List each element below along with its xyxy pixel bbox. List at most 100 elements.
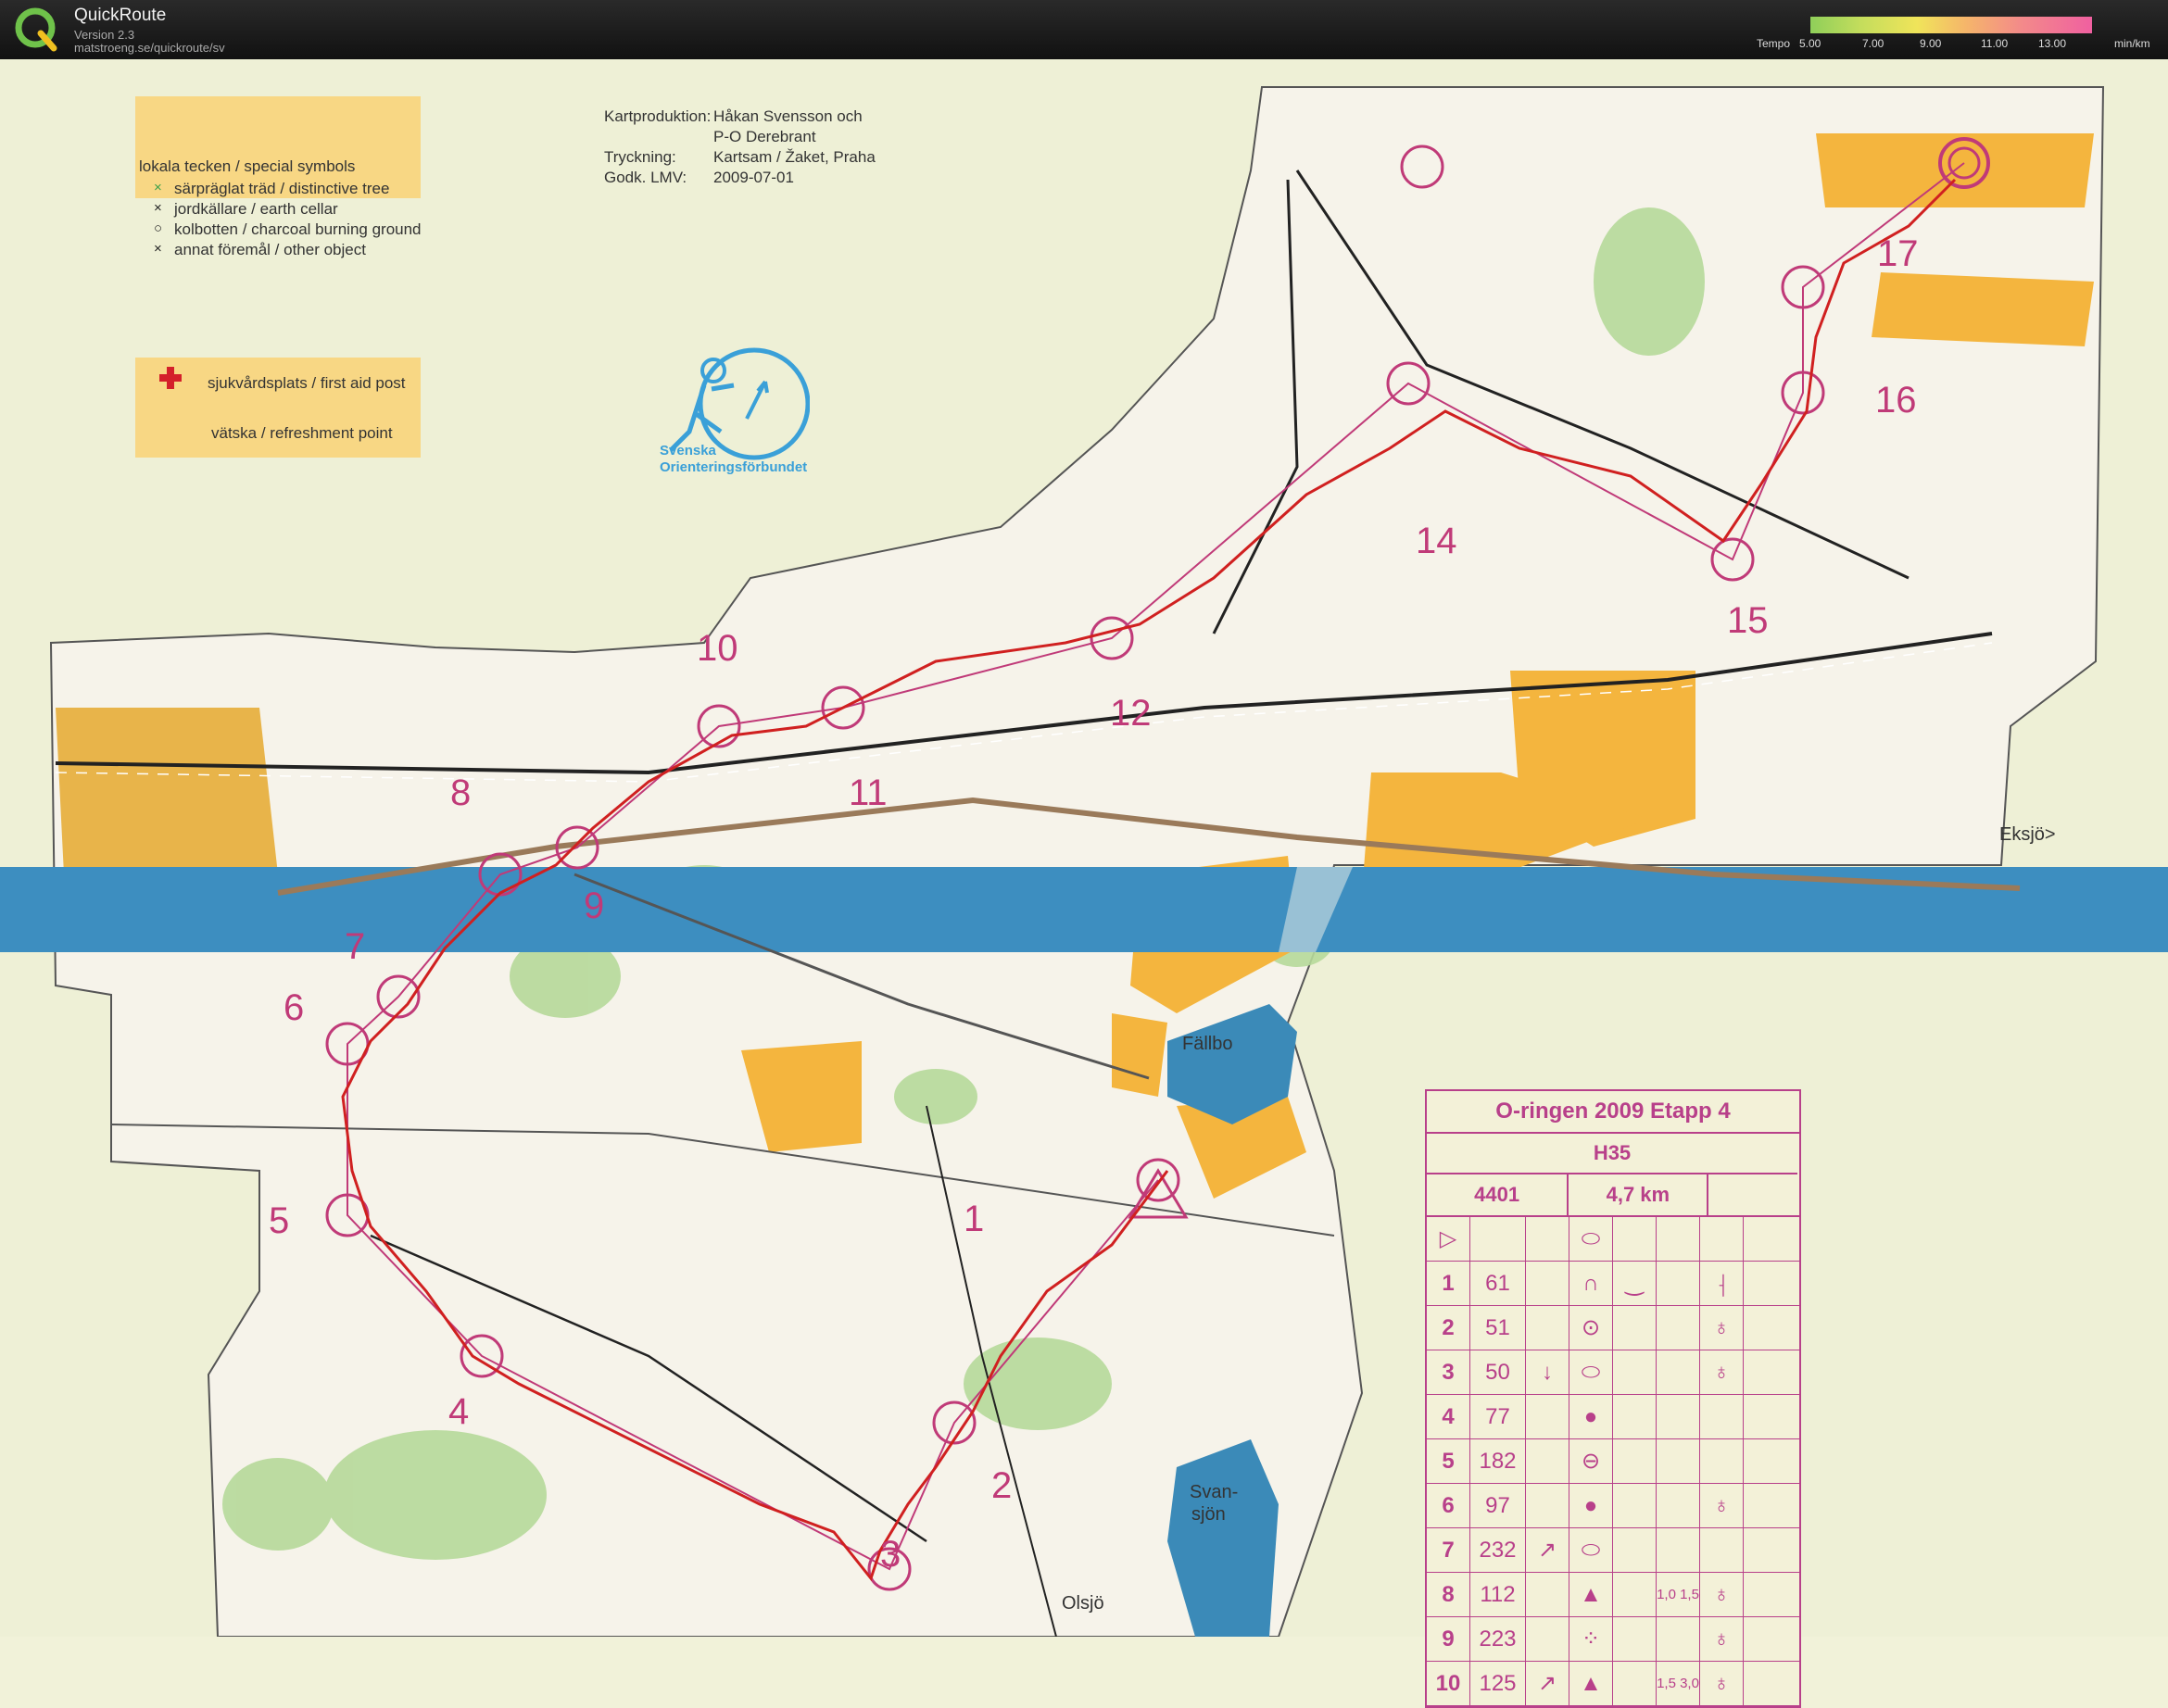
direction-icon: ↗	[1526, 1528, 1569, 1572]
credit-label: Tryckning:	[604, 148, 676, 166]
dimensions	[1657, 1306, 1700, 1350]
tempo-tick: 13.00	[2038, 37, 2067, 50]
direction-icon	[1526, 1484, 1569, 1527]
feature-icon: ▲	[1569, 1662, 1613, 1705]
tempo-tick: 5.00	[1799, 37, 1821, 50]
tempo-tick: 7.00	[1862, 37, 1884, 50]
control-label: 12	[1110, 693, 1152, 734]
direction-icon	[1526, 1262, 1569, 1305]
control-number: 9	[1427, 1617, 1470, 1661]
quickroute-logo-icon	[15, 7, 57, 52]
legend-item-label: jordkällare / earth cellar	[174, 200, 338, 218]
dimensions	[1657, 1528, 1700, 1572]
position-icon: ♁	[1700, 1484, 1744, 1527]
app-url: matstroeng.se/quickroute/sv	[74, 41, 225, 55]
control-code: 77	[1470, 1395, 1526, 1438]
app-version: Version 2.3	[74, 28, 135, 42]
credit-value: P-O Derebrant	[713, 128, 816, 145]
tempo-tick: 11.00	[1981, 37, 2009, 50]
control-label: 14	[1416, 521, 1457, 561]
direction-icon	[1526, 1573, 1569, 1616]
dimensions	[1657, 1262, 1700, 1305]
control-code: 61	[1470, 1262, 1526, 1305]
app-title: QuickRoute	[74, 6, 167, 25]
place-name: Svan-	[1190, 1482, 1239, 1502]
control-code: 125	[1470, 1662, 1526, 1705]
direction-icon	[1526, 1306, 1569, 1350]
control-row: 5 182 ⊖	[1427, 1439, 1799, 1484]
control-number: 2	[1427, 1306, 1470, 1350]
direction-icon: ↓	[1526, 1350, 1569, 1394]
control-code: 223	[1470, 1617, 1526, 1661]
tempo-unit: min/km	[2114, 37, 2150, 50]
control-number: 6	[1427, 1484, 1470, 1527]
course-class: H35	[1427, 1134, 1797, 1174]
position-icon: ♁	[1700, 1617, 1744, 1661]
credit-value: Kartsam / Žaket, Praha	[713, 148, 876, 166]
control-label: 4	[448, 1391, 470, 1432]
start-triangle-icon: ▷	[1427, 1217, 1470, 1261]
control-number: 8	[1427, 1573, 1470, 1616]
control-rows: 1 61 ∩ ‿ ⸡ 2 51 ⊙ ♁ 3 50 ↓ ⬭ ♁ 4 77 ● 5 …	[1427, 1262, 1799, 1706]
control-number: 10	[1427, 1662, 1470, 1705]
orienteering-map[interactable]: lokala tecken / special symbols × särprä…	[0, 59, 2168, 1708]
control-code: 97	[1470, 1484, 1526, 1527]
charcoal-ground-icon: ○	[154, 220, 163, 236]
place-name: Olsjö	[1062, 1593, 1104, 1614]
control-code: 112	[1470, 1573, 1526, 1616]
place-name: sjön	[1191, 1504, 1226, 1525]
credit-label: Godk. LMV:	[604, 169, 687, 186]
start-feature-icon: ⬭	[1569, 1217, 1613, 1261]
control-number: 7	[1427, 1528, 1470, 1572]
refreshment-label: vätska / refreshment point	[211, 424, 393, 442]
control-label: 2	[991, 1465, 1013, 1506]
position-icon	[1700, 1395, 1744, 1438]
detail-icon	[1613, 1306, 1657, 1350]
position-icon: ♁	[1700, 1573, 1744, 1616]
first-aid-cross-icon	[159, 367, 182, 389]
position-icon: ♁	[1700, 1350, 1744, 1394]
control-row: 1 61 ∩ ‿ ⸡	[1427, 1262, 1799, 1306]
feature-icon: ⁘	[1569, 1617, 1613, 1661]
map-canvas[interactable]	[0, 59, 2168, 1637]
position-icon	[1700, 1439, 1744, 1483]
legend-item-label: särpräglat träd / distinctive tree	[174, 180, 390, 197]
control-number: 3	[1427, 1350, 1470, 1394]
control-label: 16	[1875, 380, 1917, 421]
distinctive-tree-icon: ×	[154, 180, 162, 195]
control-row: 2 51 ⊙ ♁	[1427, 1306, 1799, 1350]
dimensions	[1657, 1395, 1700, 1438]
course-code: 4401	[1427, 1174, 1569, 1215]
detail-icon	[1613, 1573, 1657, 1616]
control-row: 9 223 ⁘ ♁	[1427, 1617, 1799, 1662]
direction-icon	[1526, 1439, 1569, 1483]
control-number: 5	[1427, 1439, 1470, 1483]
dimensions: 1,0 1,5	[1657, 1573, 1700, 1616]
control-label: 6	[284, 987, 305, 1028]
feature-icon: ●	[1569, 1484, 1613, 1527]
feature-icon: ▲	[1569, 1573, 1613, 1616]
control-label: 5	[269, 1200, 290, 1241]
dimensions	[1657, 1439, 1700, 1483]
first-aid-label: sjukvårdsplats / first aid post	[208, 374, 406, 392]
direction-icon	[1526, 1617, 1569, 1661]
org-name-line2: Orienteringsförbundet	[660, 459, 808, 475]
start-row: ▷ ⬭	[1427, 1217, 1799, 1262]
dimensions	[1657, 1350, 1700, 1394]
position-icon	[1700, 1528, 1744, 1572]
control-label: 1	[964, 1199, 985, 1239]
control-label: 11	[849, 772, 888, 813]
credit-value: 2009-07-01	[713, 169, 794, 186]
event-title: O-ringen 2009 Etapp 4	[1427, 1091, 1799, 1134]
direction-icon	[1526, 1395, 1569, 1438]
legend-item-label: kolbotten / charcoal burning ground	[174, 220, 422, 238]
control-label: 3	[880, 1534, 901, 1575]
control-description-sheet: O-ringen 2009 Etapp 4 H35 4401 4,7 km ▷ …	[1425, 1089, 1801, 1708]
control-row: 4 77 ●	[1427, 1395, 1799, 1439]
place-name: Fällbo	[1182, 1034, 1233, 1054]
control-row: 3 50 ↓ ⬭ ♁	[1427, 1350, 1799, 1395]
feature-icon: ⬭	[1569, 1528, 1613, 1572]
dimensions: 1,5 3,0	[1657, 1662, 1700, 1705]
credit-label: Kartproduktion:	[604, 107, 712, 125]
control-code: 232	[1470, 1528, 1526, 1572]
